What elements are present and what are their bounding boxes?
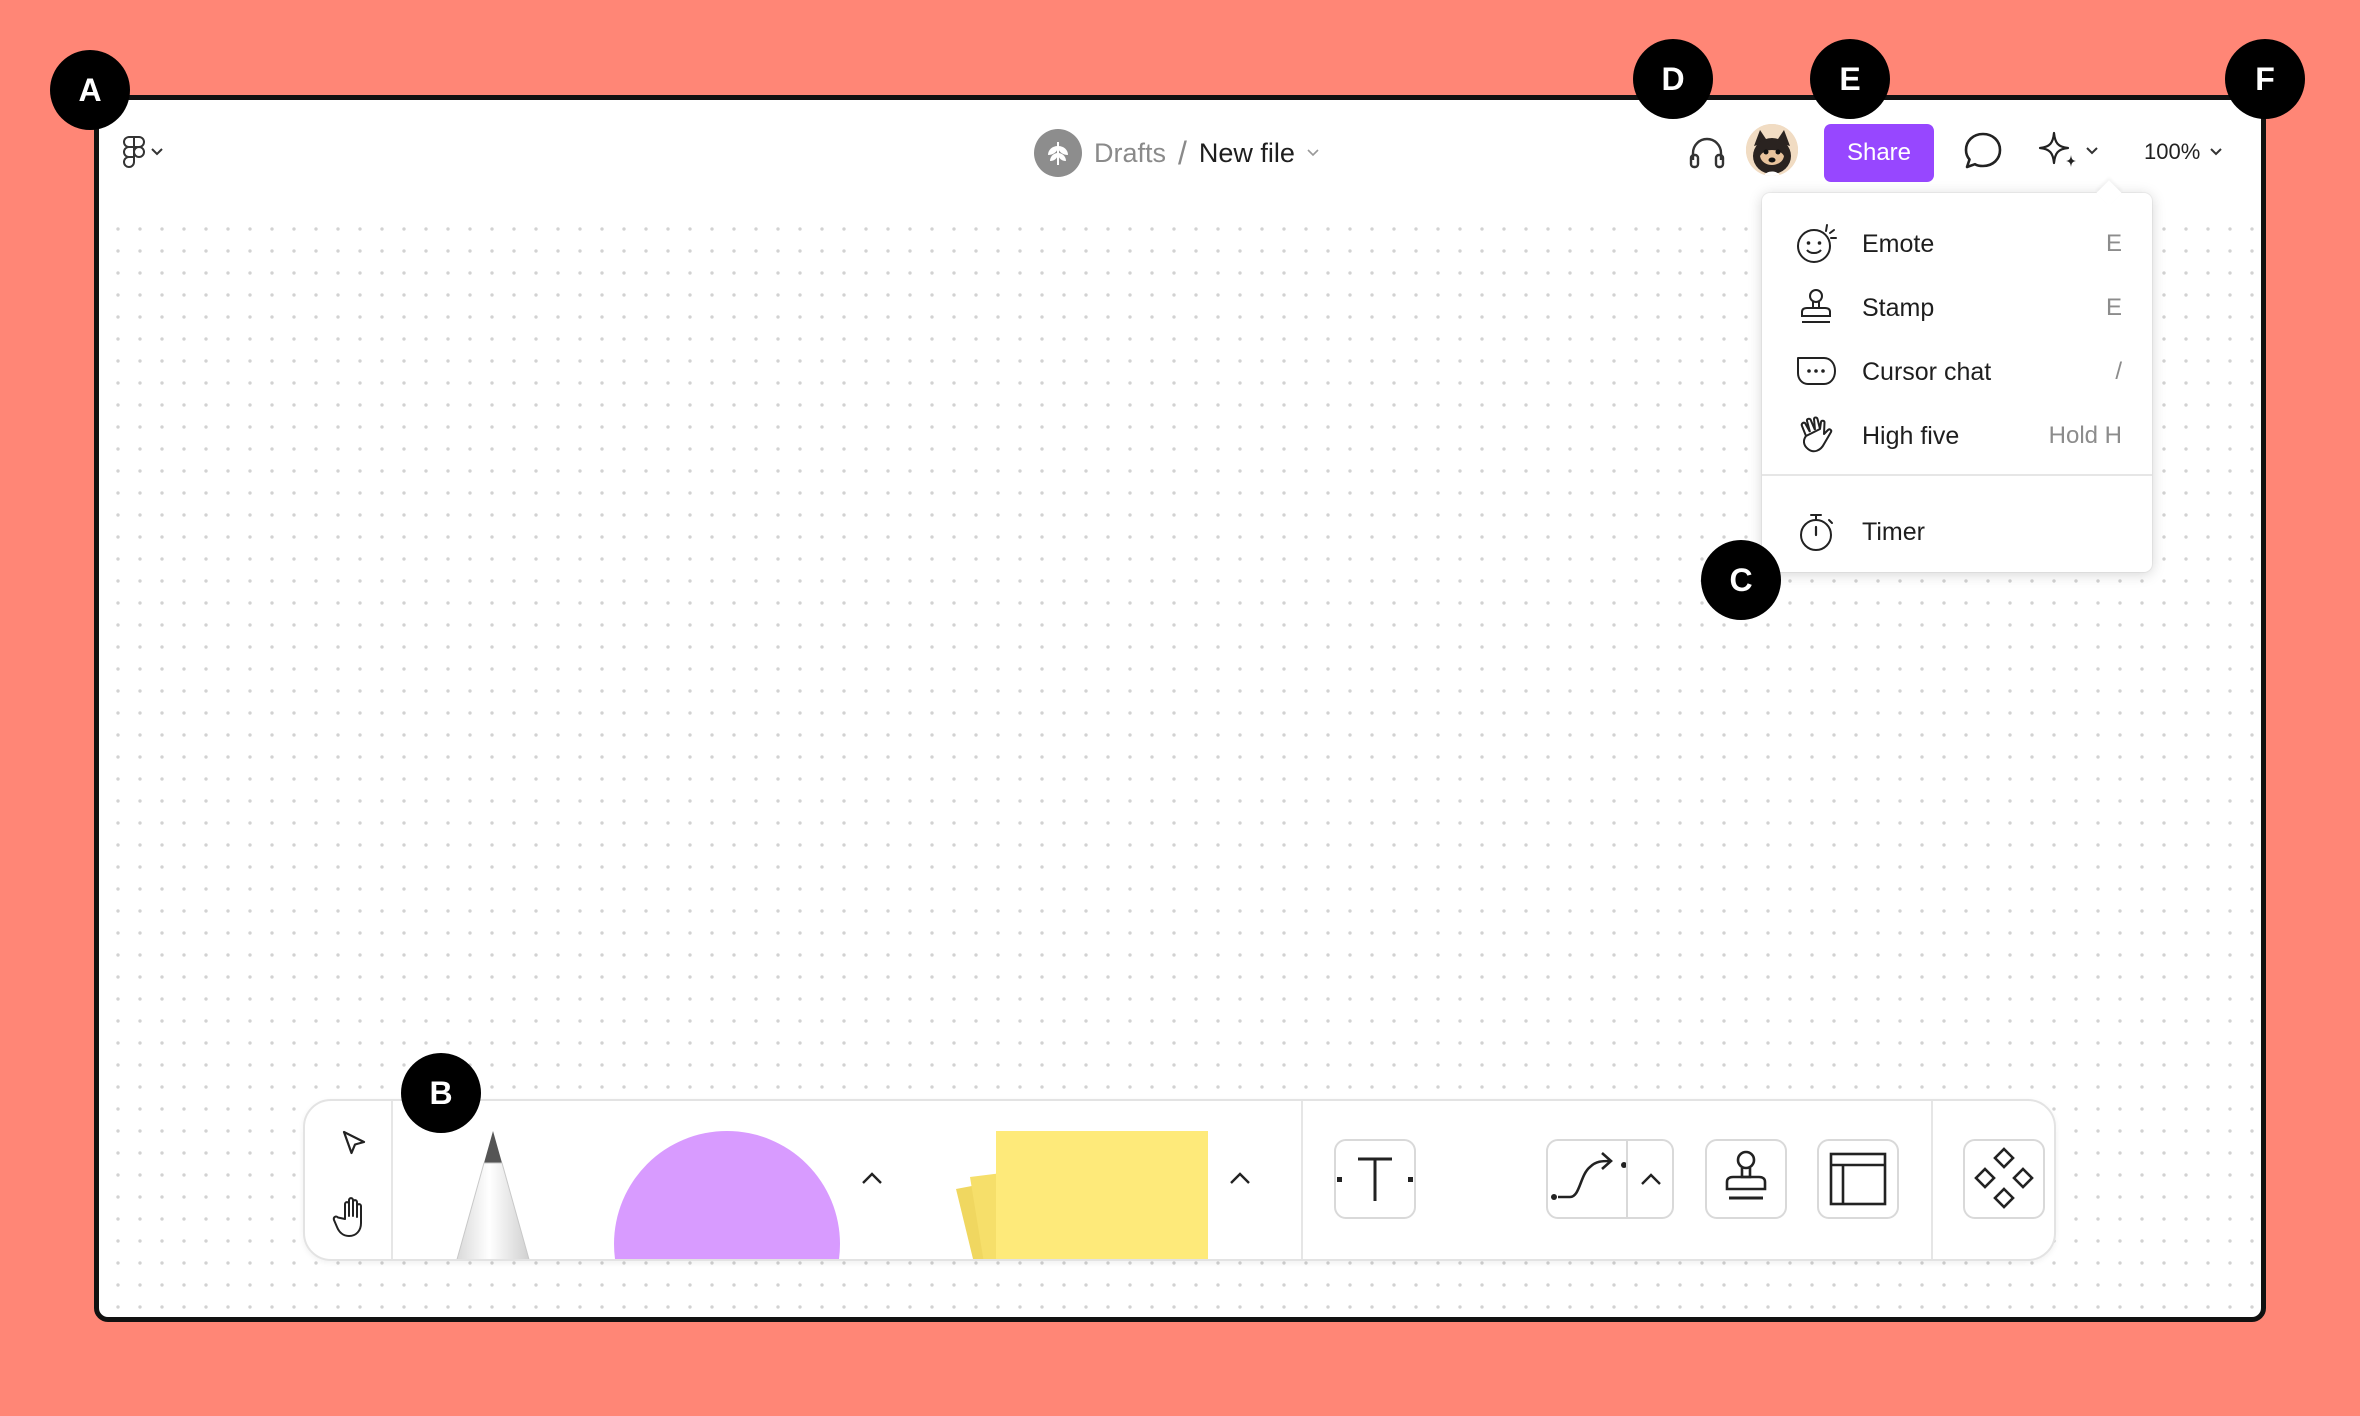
shape-options-chevron-up-icon[interactable]	[858, 1167, 886, 1189]
chevron-down-icon	[2210, 148, 2222, 156]
section-tool-icon	[1829, 1152, 1887, 1206]
sticky-options-chevron-up-icon[interactable]	[1226, 1167, 1254, 1189]
connector-split-divider	[1626, 1141, 1628, 1217]
sticky-note-tool-icon[interactable]	[948, 1127, 1218, 1261]
annotation-badge-d: D	[1633, 39, 1713, 119]
chevron-down-icon	[2086, 147, 2098, 155]
text-tool-icon	[1337, 1157, 1413, 1201]
stamp-icon	[1801, 289, 1831, 323]
chevron-down-icon	[151, 148, 163, 156]
menu-item-shortcut: E	[2105, 230, 2122, 257]
connector-tool-icon	[1551, 1152, 1627, 1200]
high-five-icon	[1800, 416, 1833, 453]
figjam-window: Drafts / New file Share 100% Emote E Sta…	[94, 95, 2266, 1322]
zoom-menu-button[interactable]: 100%	[2144, 132, 2222, 172]
annotation-badge-b: B	[401, 1053, 481, 1133]
toolbar-divider	[1301, 1101, 1303, 1259]
timer-icon	[1800, 514, 1833, 551]
bottom-toolbar	[303, 1099, 2056, 1261]
menu-item-label: Stamp	[1862, 293, 1935, 322]
component-icon	[1974, 1147, 2034, 1209]
menu-item-shortcut: /	[2115, 358, 2122, 385]
connector-tool-button[interactable]	[1546, 1139, 1674, 1219]
menu-item-label: Emote	[1862, 229, 1935, 258]
menu-item-shortcut: Hold H	[2048, 422, 2122, 449]
annotation-badge-f: F	[2225, 39, 2305, 119]
file-menu-chevron-icon[interactable]	[1307, 149, 1319, 157]
breadcrumb-separator: /	[1178, 134, 1187, 171]
audio-headphones-icon[interactable]	[1684, 129, 1730, 175]
section-tool-button[interactable]	[1817, 1139, 1899, 1219]
hand-tool-icon[interactable]	[331, 1195, 373, 1241]
team-avatar[interactable]	[1034, 129, 1082, 177]
menu-item-timer[interactable]: Timer	[1762, 502, 2152, 562]
emote-icon	[1797, 224, 1837, 263]
comment-icon[interactable]	[1960, 128, 2006, 174]
marker-tool-icon[interactable]	[445, 1129, 541, 1261]
stamp-tool-button[interactable]	[1705, 1139, 1787, 1219]
interactions-menu-button[interactable]	[2036, 124, 2098, 178]
menu-item-label: Cursor chat	[1862, 357, 1992, 386]
interactions-dropdown-menu: Emote E Stamp E Cursor chat / High five …	[1762, 193, 2152, 572]
menu-item-shortcut: E	[2105, 294, 2122, 321]
menu-item-emote[interactable]: Emote E	[1762, 214, 2152, 274]
shape-tool-icon[interactable]	[612, 1129, 842, 1261]
zoom-level: 100%	[2144, 139, 2201, 164]
cursor-chat-icon	[1797, 357, 1836, 385]
breadcrumb-drafts-link[interactable]: Drafts	[1094, 138, 1166, 169]
menu-item-stamp[interactable]: Stamp E	[1762, 278, 2152, 338]
file-breadcrumb: Drafts / New file	[1034, 127, 1319, 179]
main-menu-button[interactable]	[123, 132, 163, 172]
user-avatar[interactable]	[1746, 124, 1798, 176]
annotation-badge-a: A	[50, 50, 130, 130]
move-tool-icon[interactable]	[335, 1125, 371, 1161]
menu-item-cursor-chat[interactable]: Cursor chat /	[1762, 342, 2152, 402]
share-button[interactable]: Share	[1824, 124, 1934, 182]
toolbar-divider	[391, 1101, 393, 1259]
shiba-avatar-image	[1746, 124, 1798, 176]
stamp-tool-icon	[1725, 1150, 1767, 1200]
toolbar-divider	[1931, 1101, 1933, 1259]
sparkle-icon	[2038, 131, 2076, 167]
menu-item-label: Timer	[1862, 517, 1925, 546]
text-tool-button[interactable]	[1334, 1139, 1416, 1219]
menu-item-high-five[interactable]: High five Hold H	[1762, 406, 2152, 466]
annotation-badge-e: E	[1810, 39, 1890, 119]
file-name[interactable]: New file	[1199, 138, 1295, 169]
menu-item-label: High five	[1862, 421, 1960, 450]
components-tool-button[interactable]	[1963, 1139, 2045, 1219]
connector-options-chevron-up-icon[interactable]	[1638, 1169, 1664, 1189]
leaf-icon	[1048, 142, 1068, 165]
figma-logo-icon	[123, 136, 145, 168]
annotation-badge-c: C	[1701, 540, 1781, 620]
menu-divider	[1762, 474, 2152, 476]
